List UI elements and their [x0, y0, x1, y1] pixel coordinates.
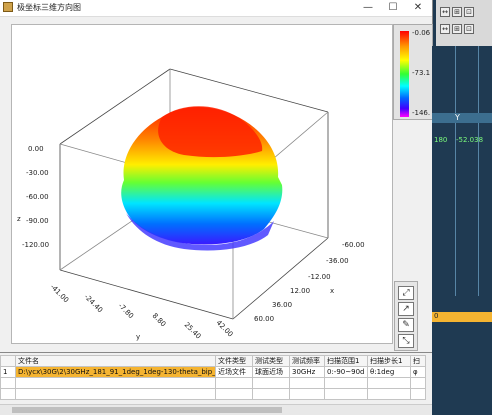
rotate-tool-button[interactable]: ⤡: [398, 334, 414, 348]
z-tick: -120.00: [22, 241, 49, 249]
tool-button[interactable]: ⊡: [464, 7, 474, 17]
col-header-step1[interactable]: 扫描步长1: [367, 355, 411, 367]
horizontal-scrollbar[interactable]: [0, 404, 432, 415]
col-header-frequency[interactable]: 测试频率: [289, 355, 325, 367]
y-tick: -7.80: [117, 302, 135, 320]
radiation-lobe: [121, 106, 283, 251]
minimize-button[interactable]: —: [358, 0, 378, 15]
value-header: [432, 113, 492, 123]
y-tick: 42.00: [215, 319, 235, 339]
y-column-header: Y: [455, 113, 460, 122]
file-table: 文件名 文件类型 测试类型 测试频率 扫描范围1 扫描步长1 扫 1 D:\yc…: [0, 355, 426, 400]
col-header: [0, 355, 16, 367]
colorbar: -0.06 -73.1 -146.: [393, 24, 433, 120]
window-title: 极坐标三维方向图: [17, 3, 81, 12]
z-tick: -60.00: [26, 193, 49, 201]
main-window: 极坐标三维方向图 — ☐ ✕ 0.00 -30.00 -60.00 -90.00…: [0, 0, 433, 352]
colorbar-mid-label: -73.1: [412, 69, 431, 77]
table-header-row: 文件名 文件类型 测试类型 测试频率 扫描范围1 扫描步长1 扫: [0, 355, 426, 367]
z-tick: -30.00: [26, 169, 49, 177]
app-icon: [3, 2, 13, 12]
tool-button[interactable]: ⊞: [452, 24, 462, 34]
file-list-panel: 文件名 文件类型 测试类型 测试频率 扫描范围1 扫描步长1 扫 1 D:\yc…: [0, 352, 432, 415]
test-type-cell[interactable]: 球面近场: [252, 366, 290, 378]
y-tick: -41.00: [49, 283, 71, 305]
grid-line: [478, 46, 479, 296]
maximize-button[interactable]: ☐: [383, 0, 403, 15]
table-row[interactable]: 1 D:\ycx\30G\2\30GHz_181_91_1deg_1deg-13…: [0, 366, 426, 378]
z-tick: -90.00: [26, 217, 49, 225]
plot-toolbar: ⤢ ↗ ✎ ⤡: [394, 281, 418, 351]
background-graph-area: [432, 46, 492, 352]
step1-cell[interactable]: θ:1deg: [367, 366, 411, 378]
plot-panel[interactable]: 0.00 -30.00 -60.00 -90.00 -120.00 z -41.…: [11, 24, 393, 344]
selected-cell[interactable]: 0: [432, 312, 492, 322]
colorbar-min-label: -146.: [412, 109, 431, 117]
y-tick: 25.40: [183, 321, 203, 341]
x-tick: -36.00: [326, 257, 349, 265]
value-a: 180: [434, 136, 448, 144]
value-b: -52.038: [456, 136, 484, 144]
edit-tool-button[interactable]: ✎: [398, 318, 414, 332]
x-axis-label: x: [330, 287, 334, 295]
col-header-testtype[interactable]: 测试类型: [252, 355, 290, 367]
tool-button[interactable]: ↔: [440, 7, 450, 17]
x-tick: 36.00: [272, 301, 292, 309]
x-tick: 12.00: [290, 287, 310, 295]
range1-cell[interactable]: 0:-90~90d: [324, 366, 368, 378]
x-tick: 60.00: [254, 315, 274, 323]
z-axis-label: z: [17, 215, 21, 223]
file-type-cell[interactable]: 近场文件: [215, 366, 253, 378]
file-path-cell[interactable]: D:\ycx\30G\2\30GHz_181_91_1deg_1deg-130-…: [15, 366, 216, 378]
zoom-tool-button[interactable]: ⤢: [398, 286, 414, 300]
colorbar-max-label: -0.06: [412, 29, 431, 37]
y-tick: -24.40: [83, 293, 105, 315]
colorbar-gradient: [400, 31, 409, 117]
title-bar[interactable]: 极坐标三维方向图 — ☐ ✕: [0, 0, 432, 17]
x-tick: -12.00: [308, 273, 331, 281]
col-header-filename[interactable]: 文件名: [15, 355, 216, 367]
radiation-pattern-3d-plot[interactable]: 0.00 -30.00 -60.00 -90.00 -120.00 z -41.…: [12, 25, 392, 343]
grid-line: [455, 46, 456, 296]
table-row-empty: [0, 377, 426, 389]
col-header-filetype[interactable]: 文件类型: [215, 355, 253, 367]
pan-tool-button[interactable]: ↗: [398, 302, 414, 316]
table-row-empty: [0, 388, 426, 400]
y-tick: 8.80: [151, 312, 168, 329]
tool-button[interactable]: ⊞: [452, 7, 462, 17]
row-index: 1: [0, 366, 16, 378]
top-toolstrip: ↔ ⊞ ⊡ ↔ ⊞ ⊡: [436, 0, 492, 46]
col-header-range1[interactable]: 扫描范围1: [324, 355, 368, 367]
z-tick: 0.00: [28, 145, 44, 153]
scrollbar-thumb[interactable]: [12, 407, 282, 413]
x-tick: -60.00: [342, 241, 365, 249]
col-header-more[interactable]: 扫: [410, 355, 426, 367]
close-button[interactable]: ✕: [408, 0, 428, 15]
tool-button[interactable]: ↔: [440, 24, 450, 34]
frequency-cell[interactable]: 30GHz: [289, 366, 325, 378]
tool-button[interactable]: ⊡: [464, 24, 474, 34]
y-axis-label: y: [136, 333, 140, 341]
more-cell[interactable]: φ: [410, 366, 426, 378]
